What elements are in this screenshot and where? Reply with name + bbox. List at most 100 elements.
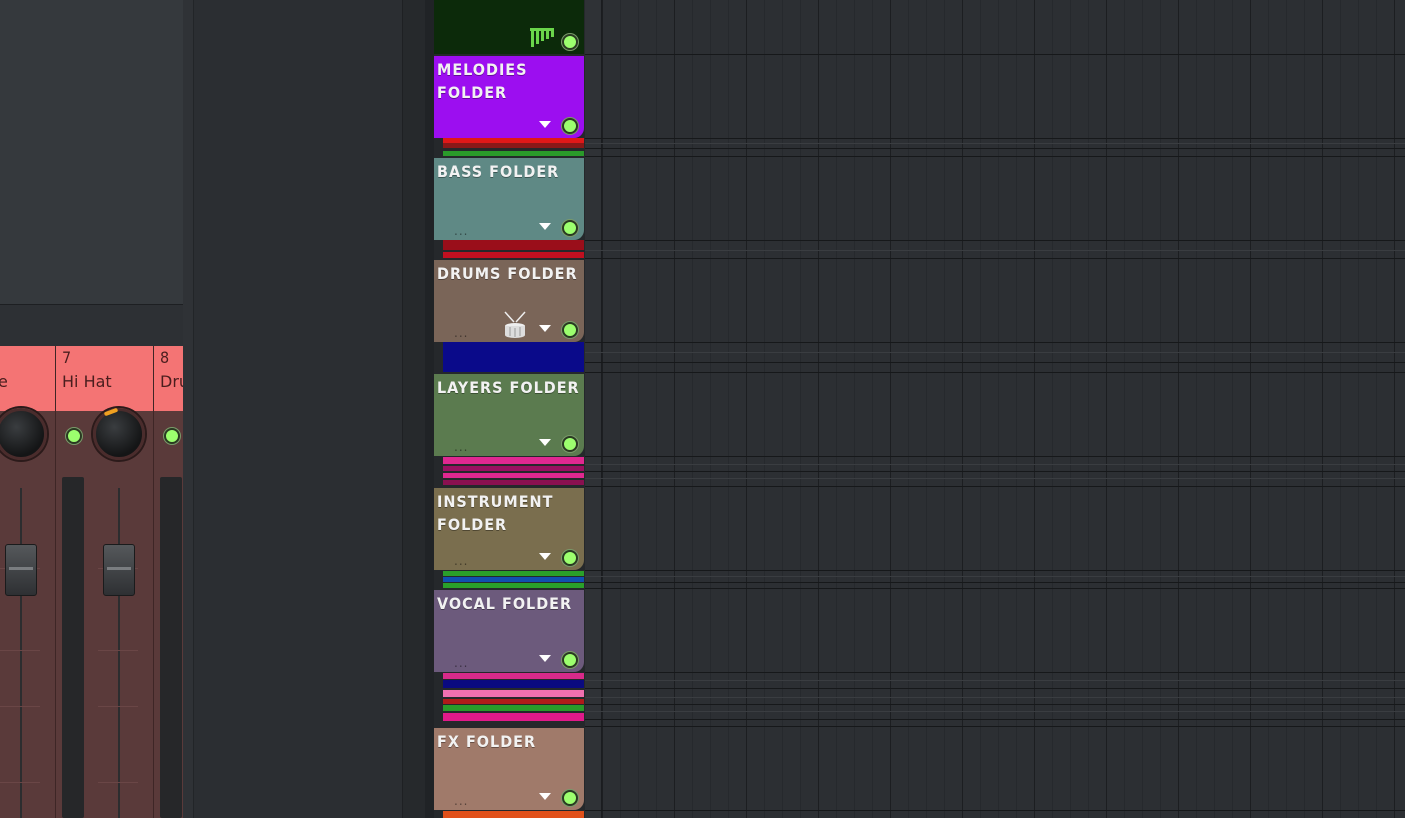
track-enable-led[interactable] bbox=[562, 322, 578, 338]
lane-divider bbox=[585, 697, 1405, 698]
lane-divider bbox=[585, 352, 1405, 353]
folder-dots: ... bbox=[454, 554, 469, 568]
lane-divider bbox=[585, 362, 1405, 363]
lane-divider bbox=[585, 711, 1405, 712]
lane-divider bbox=[585, 704, 1405, 705]
subtrack-color-bar bbox=[443, 143, 584, 148]
folder-title: MELODIES FOLDER bbox=[437, 60, 528, 102]
folder-layers[interactable]: LAYERS FOLDER ... bbox=[434, 374, 584, 456]
dropdown-arrow-icon[interactable] bbox=[539, 793, 551, 800]
track-enable-led[interactable] bbox=[562, 34, 578, 50]
subtrack-color-bar bbox=[443, 473, 584, 478]
track-handle-strip bbox=[425, 0, 434, 818]
mixer-channel-name: e bbox=[0, 372, 8, 391]
playlist-lane-edge bbox=[585, 0, 602, 818]
fader-track bbox=[160, 477, 182, 818]
drum-icon bbox=[504, 311, 526, 338]
folder-title: FX FOLDER bbox=[437, 732, 537, 751]
dropdown-arrow-icon[interactable] bbox=[539, 325, 551, 332]
folder-fx[interactable]: FX FOLDER ... bbox=[434, 728, 584, 810]
folder-dots: ... bbox=[454, 326, 469, 340]
lane-divider bbox=[585, 570, 1405, 571]
subtrack-color-bar bbox=[443, 699, 584, 704]
subtrack-color-bar bbox=[443, 466, 584, 471]
lane-divider bbox=[585, 143, 1405, 144]
subtrack-color-bar bbox=[443, 577, 584, 582]
lane-divider bbox=[585, 486, 1405, 487]
folder-dots: ... bbox=[454, 794, 469, 808]
folder-melodies[interactable]: MELODIES FOLDER bbox=[434, 56, 584, 138]
lane-divider bbox=[585, 719, 1405, 720]
lane-divider bbox=[585, 588, 1405, 589]
panpipe-icon bbox=[530, 28, 554, 47]
subtrack-color-bar bbox=[443, 690, 584, 697]
folder-instrument[interactable]: INSTRUMENT FOLDER ... bbox=[434, 488, 584, 570]
dropdown-arrow-icon[interactable] bbox=[539, 553, 551, 560]
folder-bass[interactable]: BASS FOLDER ... bbox=[434, 158, 584, 240]
volume-fader[interactable] bbox=[5, 544, 37, 596]
dropdown-arrow-icon[interactable] bbox=[539, 655, 551, 662]
mixer-channel-name: Hi Hat bbox=[62, 372, 112, 391]
subtrack-color-bar bbox=[443, 583, 584, 588]
fader-track bbox=[62, 477, 84, 818]
folder-title: VOCAL FOLDER bbox=[437, 594, 573, 613]
pan-knob[interactable] bbox=[0, 408, 47, 460]
track-enable-led[interactable] bbox=[562, 550, 578, 566]
fader-rail bbox=[20, 488, 22, 818]
lane-divider bbox=[585, 471, 1405, 472]
lane-divider bbox=[585, 258, 1405, 259]
lane-divider bbox=[585, 672, 1405, 673]
track-enable-led[interactable] bbox=[562, 118, 578, 134]
lane-divider bbox=[585, 250, 1405, 251]
mixer-channel-name: Dru bbox=[160, 372, 183, 391]
mixer-separator bbox=[153, 346, 154, 818]
track-enable-led[interactable] bbox=[562, 790, 578, 806]
playlist-tracks: MELODIES FOLDER BASS FOLDER ... DRUMS FO… bbox=[434, 0, 585, 818]
folder-dots: ... bbox=[454, 440, 469, 454]
lane-divider bbox=[585, 582, 1405, 583]
fader-scale-line bbox=[98, 706, 138, 707]
dropdown-arrow-icon[interactable] bbox=[539, 439, 551, 446]
track-enable-led[interactable] bbox=[562, 652, 578, 668]
subtrack-color-bar bbox=[443, 713, 584, 721]
subtrack-color-bar bbox=[443, 151, 584, 156]
lane-divider bbox=[585, 372, 1405, 373]
subtrack-color-bar bbox=[443, 680, 584, 688]
subtrack-color-bar bbox=[443, 705, 584, 711]
folder-dots: ... bbox=[454, 656, 469, 670]
track-enable-led[interactable] bbox=[562, 436, 578, 452]
subtrack-color-bar bbox=[443, 342, 584, 372]
folder-title: BASS FOLDER bbox=[437, 162, 560, 181]
subtrack-color-bar bbox=[443, 571, 584, 576]
lane-divider bbox=[585, 576, 1405, 577]
playlist-grid[interactable] bbox=[602, 0, 1405, 818]
lane-divider bbox=[585, 726, 1405, 727]
fader-scale-line bbox=[98, 650, 138, 651]
lane-divider bbox=[585, 156, 1405, 157]
pan-knob[interactable] bbox=[93, 408, 145, 460]
lane-divider bbox=[585, 810, 1405, 811]
panel-divider[interactable] bbox=[183, 0, 194, 818]
lane-divider bbox=[585, 148, 1405, 149]
dropdown-arrow-icon[interactable] bbox=[539, 121, 551, 128]
channel-enable-led[interactable] bbox=[164, 428, 180, 444]
volume-fader[interactable] bbox=[103, 544, 135, 596]
fader-scale-line bbox=[0, 650, 40, 651]
folder-title: INSTRUMENT FOLDER bbox=[437, 492, 554, 534]
folder-drums[interactable]: DRUMS FOLDER ... bbox=[434, 260, 584, 342]
empty-panel bbox=[194, 0, 402, 818]
lane-divider bbox=[585, 240, 1405, 241]
track-enable-led[interactable] bbox=[562, 220, 578, 236]
lane-divider bbox=[585, 456, 1405, 457]
folder-title: LAYERS FOLDER bbox=[437, 378, 580, 397]
mixer-channel-number: 8 bbox=[160, 348, 170, 367]
lane-divider bbox=[585, 342, 1405, 343]
folder-vocal[interactable]: VOCAL FOLDER ... bbox=[434, 590, 584, 672]
track-header[interactable] bbox=[434, 0, 584, 54]
folder-title: DRUMS FOLDER bbox=[437, 264, 578, 283]
panel-gap bbox=[0, 305, 183, 346]
lane-divider bbox=[585, 478, 1405, 479]
subtrack-color-bar bbox=[443, 480, 584, 485]
channel-enable-led[interactable] bbox=[66, 428, 82, 444]
dropdown-arrow-icon[interactable] bbox=[539, 223, 551, 230]
